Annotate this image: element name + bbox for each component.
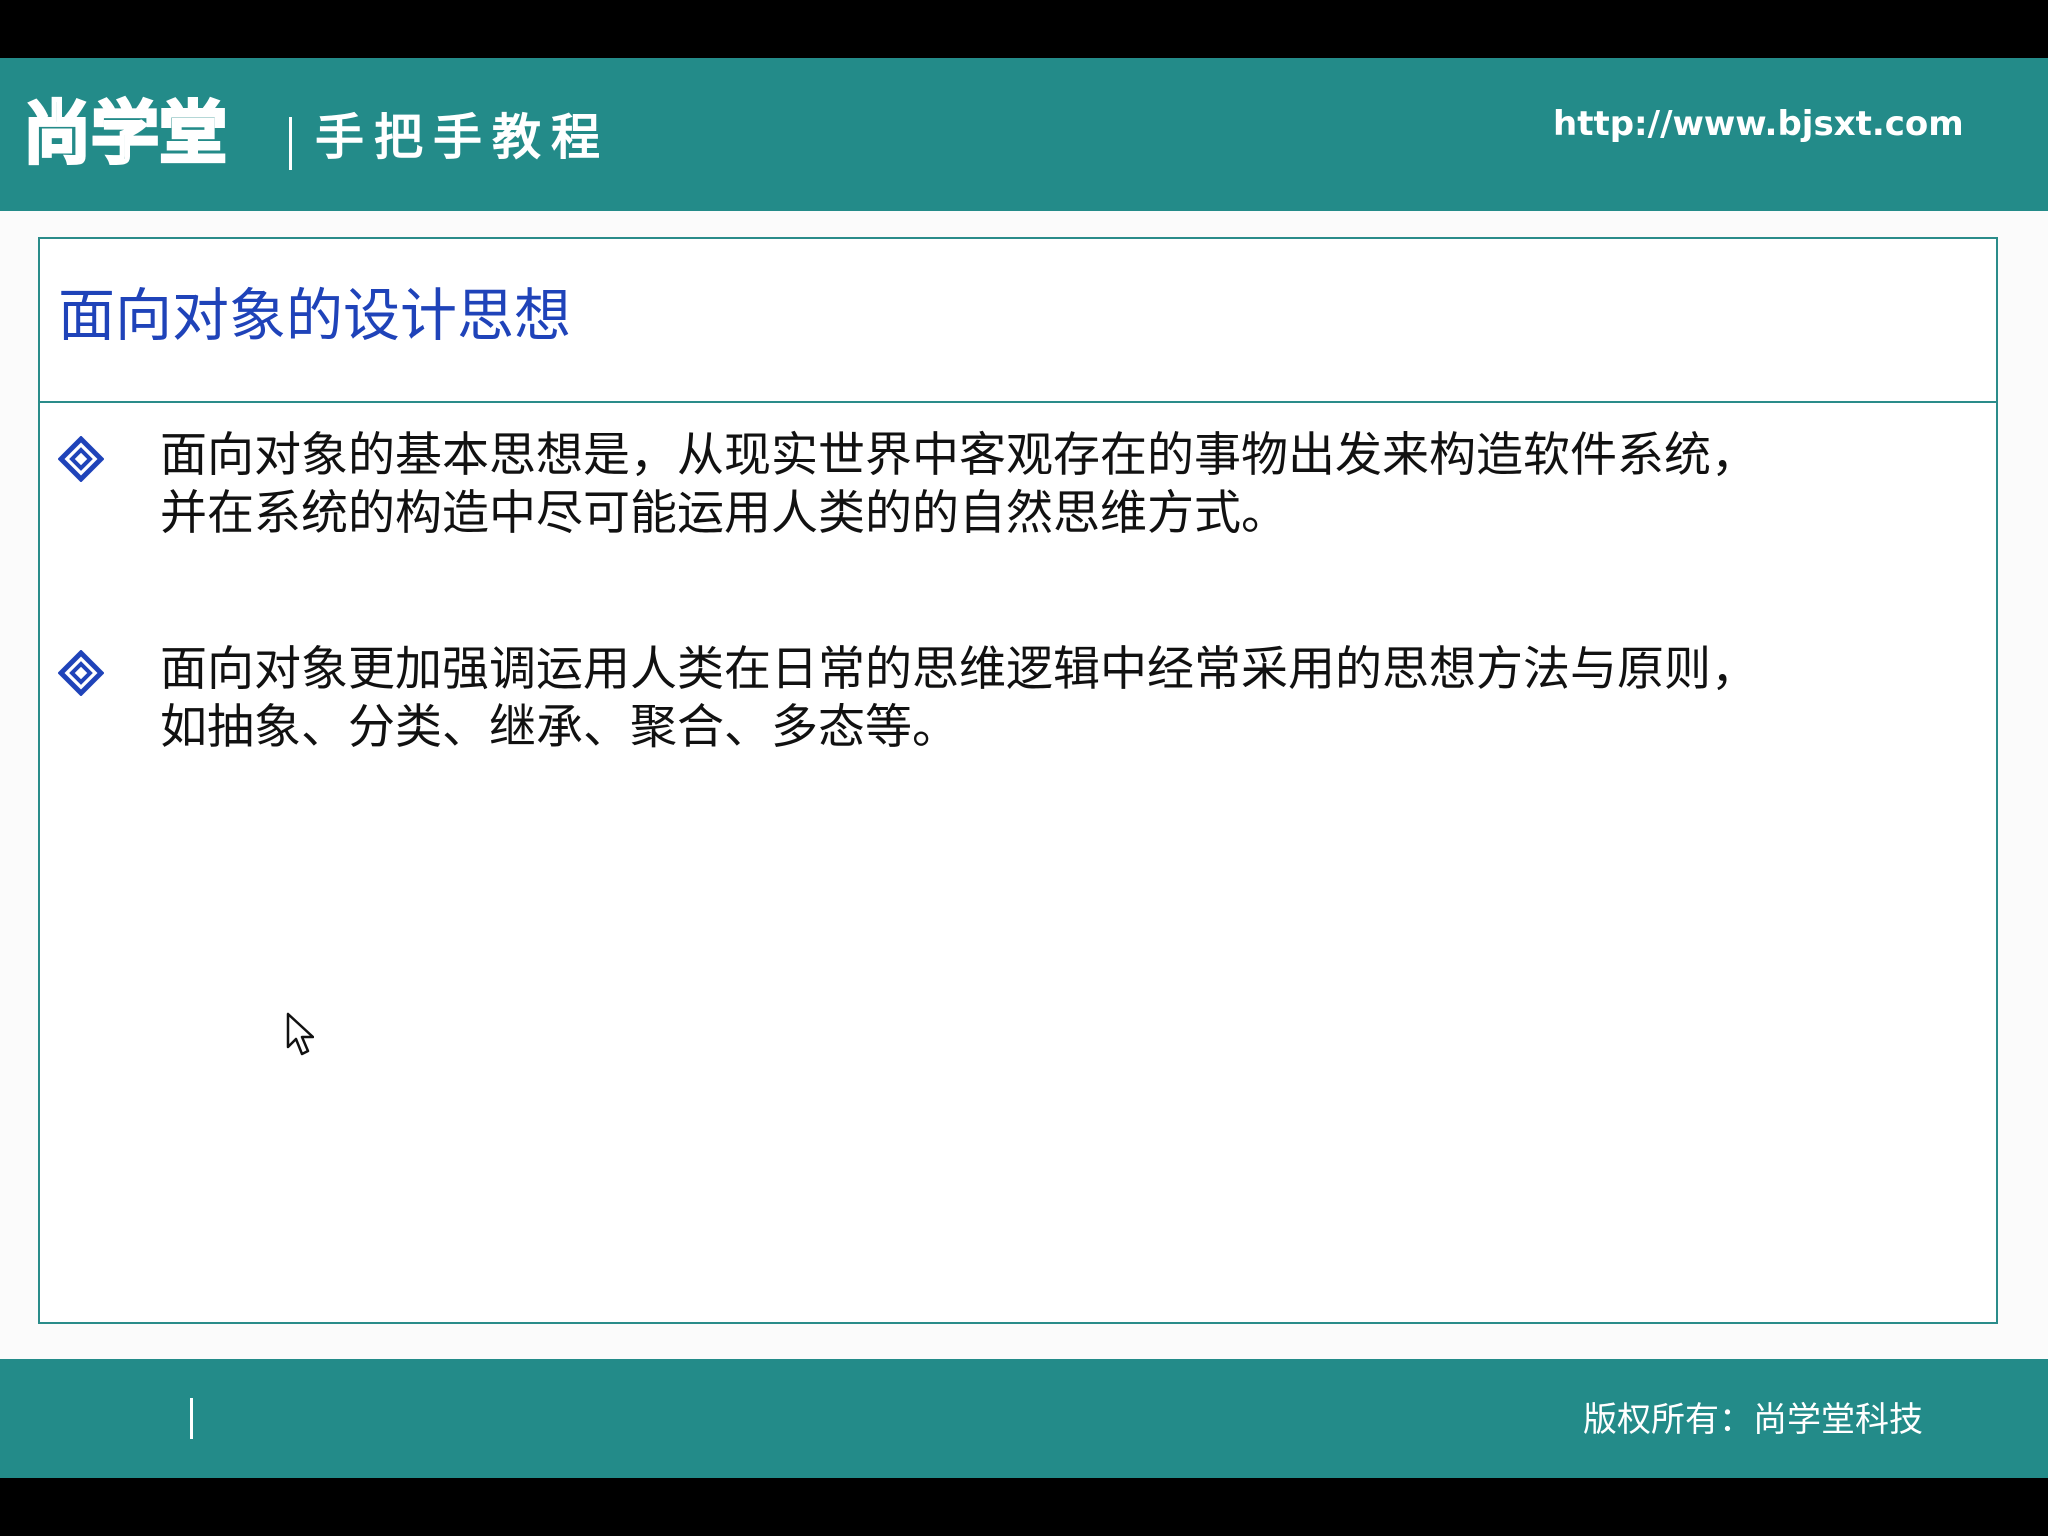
presentation-screen: 尚学堂 手把手教程 http://www.bjsxt.com 面向对象的设计思想…	[0, 0, 2048, 1536]
slide-title: 面向对象的设计思想	[58, 283, 571, 349]
copyright-text: 版权所有：尚学堂科技	[1583, 1400, 1923, 1440]
header-divider	[289, 117, 292, 170]
slide-title-row: 面向对象的设计思想	[40, 239, 1996, 403]
slide-footer: 版权所有：尚学堂科技	[0, 1359, 2048, 1478]
bullet-text: 面向对象的基本思想是，从现实世界中客观存在的事物出发来构造软件系统， 并在系统的…	[160, 427, 1940, 543]
mouse-pointer-icon	[286, 1012, 314, 1056]
bullet-line: 如抽象、分类、继承、聚合、多态等。	[160, 700, 959, 755]
slide-header: 尚学堂 手把手教程 http://www.bjsxt.com	[0, 58, 2048, 211]
bullet-line: 面向对象更加强调运用人类在日常的思维逻辑中经常采用的思想方法与原则，	[160, 642, 1758, 697]
diamond-bullet-icon	[58, 436, 104, 482]
bullet-line: 并在系统的构造中尽可能运用人类的的自然思维方式。	[160, 486, 1288, 541]
slide-content-area: 面向对象的设计思想 面向对象的基本思想是，从现实世界中客观存在的事物出发来构造软…	[0, 211, 2048, 1359]
footer-divider	[190, 1398, 193, 1439]
brand-logo: 尚学堂	[21, 95, 228, 174]
website-url: http://www.bjsxt.com	[1553, 104, 1964, 144]
bullet-line: 面向对象的基本思想是，从现实世界中客观存在的事物出发来构造软件系统，	[160, 428, 1758, 483]
bullet-text: 面向对象更加强调运用人类在日常的思维逻辑中经常采用的思想方法与原则， 如抽象、分…	[160, 641, 1940, 757]
header-tagline: 手把手教程	[315, 109, 611, 166]
diamond-bullet-icon	[58, 650, 104, 696]
slide-frame: 面向对象的设计思想 面向对象的基本思想是，从现实世界中客观存在的事物出发来构造软…	[38, 237, 1998, 1324]
